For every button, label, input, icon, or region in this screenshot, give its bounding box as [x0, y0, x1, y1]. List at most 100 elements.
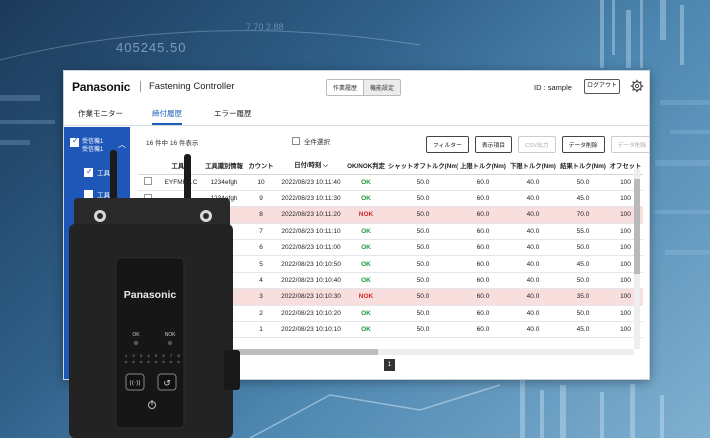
cell-count: 9 — [244, 190, 278, 208]
cell-upper-torque: 60.0 — [458, 288, 508, 306]
cell-count: 10 — [244, 174, 278, 191]
cell-datetime: 2022/08/23 10:10:50 — [278, 255, 344, 273]
cell-judgement: OK — [344, 321, 388, 339]
device-nok-label: NOK — [165, 332, 177, 338]
channel-led-label: 8 — [177, 354, 179, 358]
tab-work-monitor[interactable]: 作業モニター — [78, 108, 123, 123]
toolbar: フィルター 表示項目 CSV出力 データ削除 データ削除 — [426, 136, 649, 153]
channel-led-label: 6 — [162, 354, 164, 358]
csv-export-button[interactable]: CSV出力 — [518, 136, 556, 153]
channel-led — [154, 360, 158, 364]
channel-led — [132, 360, 135, 364]
cell-lower-torque: 40.0 — [508, 223, 558, 241]
channel-led — [177, 360, 180, 364]
group-checkbox[interactable] — [70, 137, 79, 147]
reset-icon: ↺ — [163, 379, 171, 389]
channel-led-label: 1 — [125, 354, 127, 358]
cell-count: 5 — [244, 255, 278, 273]
ok-led — [133, 340, 139, 346]
vertical-scrollbar[interactable] — [634, 169, 640, 349]
channel-led-label: 4 — [147, 354, 149, 358]
background-ticker-small: 7.70 2.88 — [246, 22, 284, 32]
channel-led-label: 7 — [170, 354, 172, 358]
tab-fastening-history[interactable]: 締付履歴 — [152, 108, 182, 125]
wireless-icon: ((·)) — [129, 380, 140, 387]
gear-icon[interactable] — [630, 79, 644, 93]
display-items-button[interactable]: 表示項目 — [474, 136, 513, 153]
cell-datetime: 2022/08/23 10:10:20 — [278, 305, 344, 323]
cell-shutoff-torque: 50.0 — [388, 255, 458, 273]
brand-logo: Panasonic — [72, 80, 131, 94]
cell-result-torque: 45.0 — [558, 255, 608, 273]
channel-led — [139, 360, 143, 364]
select-all-checkbox[interactable] — [292, 137, 300, 145]
cell-result-torque: 50.0 — [558, 239, 608, 257]
cell-lower-torque: 40.0 — [508, 239, 558, 257]
cell-lower-torque: 40.0 — [508, 190, 558, 208]
cell-upper-torque: 60.0 — [458, 174, 508, 191]
cell-datetime: 2022/08/23 10:11:30 — [278, 190, 344, 208]
cell-upper-torque: 60.0 — [458, 255, 508, 273]
result-count: 16 件中 16 件表示 — [146, 140, 199, 147]
cell-result-torque: 45.0 — [558, 190, 608, 208]
cell-shutoff-torque: 50.0 — [388, 321, 458, 339]
cell-count: 6 — [244, 239, 278, 257]
chevron-up-icon[interactable]: ︿ — [118, 139, 126, 150]
cell-datetime: 2022/08/23 10:11:10 — [278, 223, 344, 241]
tab-error-history[interactable]: エラー履歴 — [214, 108, 252, 123]
cell-lower-torque: 40.0 — [508, 288, 558, 306]
header-result-torque: 結果トルク(Nm) — [558, 157, 608, 175]
cell-count: 8 — [244, 206, 278, 224]
nok-led — [167, 340, 173, 346]
channel-led — [162, 360, 165, 364]
filter-button[interactable]: フィルター — [426, 136, 469, 153]
mode-work-history[interactable]: 作業履歴 — [327, 80, 365, 95]
controller-device: Panasonic OK NOK 1 2 3 4 5 6 7 8 ((·)) ↺ — [69, 150, 240, 438]
channel-led-label: 2 — [132, 354, 134, 358]
device-ok-label: OK — [132, 332, 140, 338]
cell-datetime: 2022/08/23 10:10:30 — [278, 288, 344, 306]
cell-result-torque: 45.0 — [558, 321, 608, 339]
cell-lower-torque: 40.0 — [508, 305, 558, 323]
cell-upper-torque: 60.0 — [458, 190, 508, 208]
header-datetime[interactable]: 日付/時刻 ⌵ — [278, 157, 344, 175]
vertical-scroll-thumb[interactable] — [634, 179, 640, 274]
cell-upper-torque: 60.0 — [458, 272, 508, 290]
user-id: ID : sample — [534, 83, 572, 92]
cell-shutoff-torque: 50.0 — [388, 272, 458, 290]
cell-judgement: OK — [344, 223, 388, 241]
select-all[interactable]: 全件選択 — [292, 136, 330, 146]
cell-lower-torque: 40.0 — [508, 174, 558, 191]
page-button[interactable]: 1 — [384, 359, 395, 371]
cell-upper-torque: 60.0 — [458, 321, 508, 339]
cell-lower-torque: 40.0 — [508, 272, 558, 290]
channel-led — [147, 360, 150, 364]
cell-upper-torque: 60.0 — [458, 305, 508, 323]
cell-datetime: 2022/08/23 10:10:40 — [278, 272, 344, 290]
mode-settings[interactable]: 機能設定 — [364, 80, 401, 95]
cell-result-torque: 50.0 — [558, 174, 608, 191]
channel-led — [124, 360, 128, 364]
cell-judgement: NOK — [344, 206, 388, 224]
top-bar: Panasonic Fastening Controller 作業履歴 機能設定… — [64, 71, 649, 103]
cell-upper-torque: 60.0 — [458, 239, 508, 257]
cell-count: 4 — [244, 272, 278, 290]
cell-shutoff-torque: 50.0 — [388, 223, 458, 241]
cell-result-torque: 50.0 — [558, 272, 608, 290]
cell-datetime: 2022/08/23 10:10:10 — [278, 321, 344, 339]
cell-count: 3 — [244, 288, 278, 306]
channel-led-label: 5 — [155, 354, 157, 358]
data-delete-button[interactable]: データ削除 — [561, 136, 605, 153]
cell-judgement: OK — [344, 174, 388, 191]
logout-button[interactable]: ログアウト — [584, 79, 620, 94]
header-upper-torque: 上限トルク(Nm) — [458, 157, 508, 175]
cell-shutoff-torque: 50.0 — [388, 190, 458, 208]
cell-shutoff-torque: 50.0 — [388, 288, 458, 306]
header-count: カウント — [244, 157, 278, 175]
cell-shutoff-torque: 50.0 — [388, 174, 458, 191]
data-delete-disabled-button[interactable]: データ削除 — [610, 136, 649, 153]
cell-lower-torque: 40.0 — [508, 255, 558, 273]
cell-lower-torque: 40.0 — [508, 206, 558, 224]
cell-judgement: OK — [344, 272, 388, 290]
cell-upper-torque: 60.0 — [458, 223, 508, 241]
